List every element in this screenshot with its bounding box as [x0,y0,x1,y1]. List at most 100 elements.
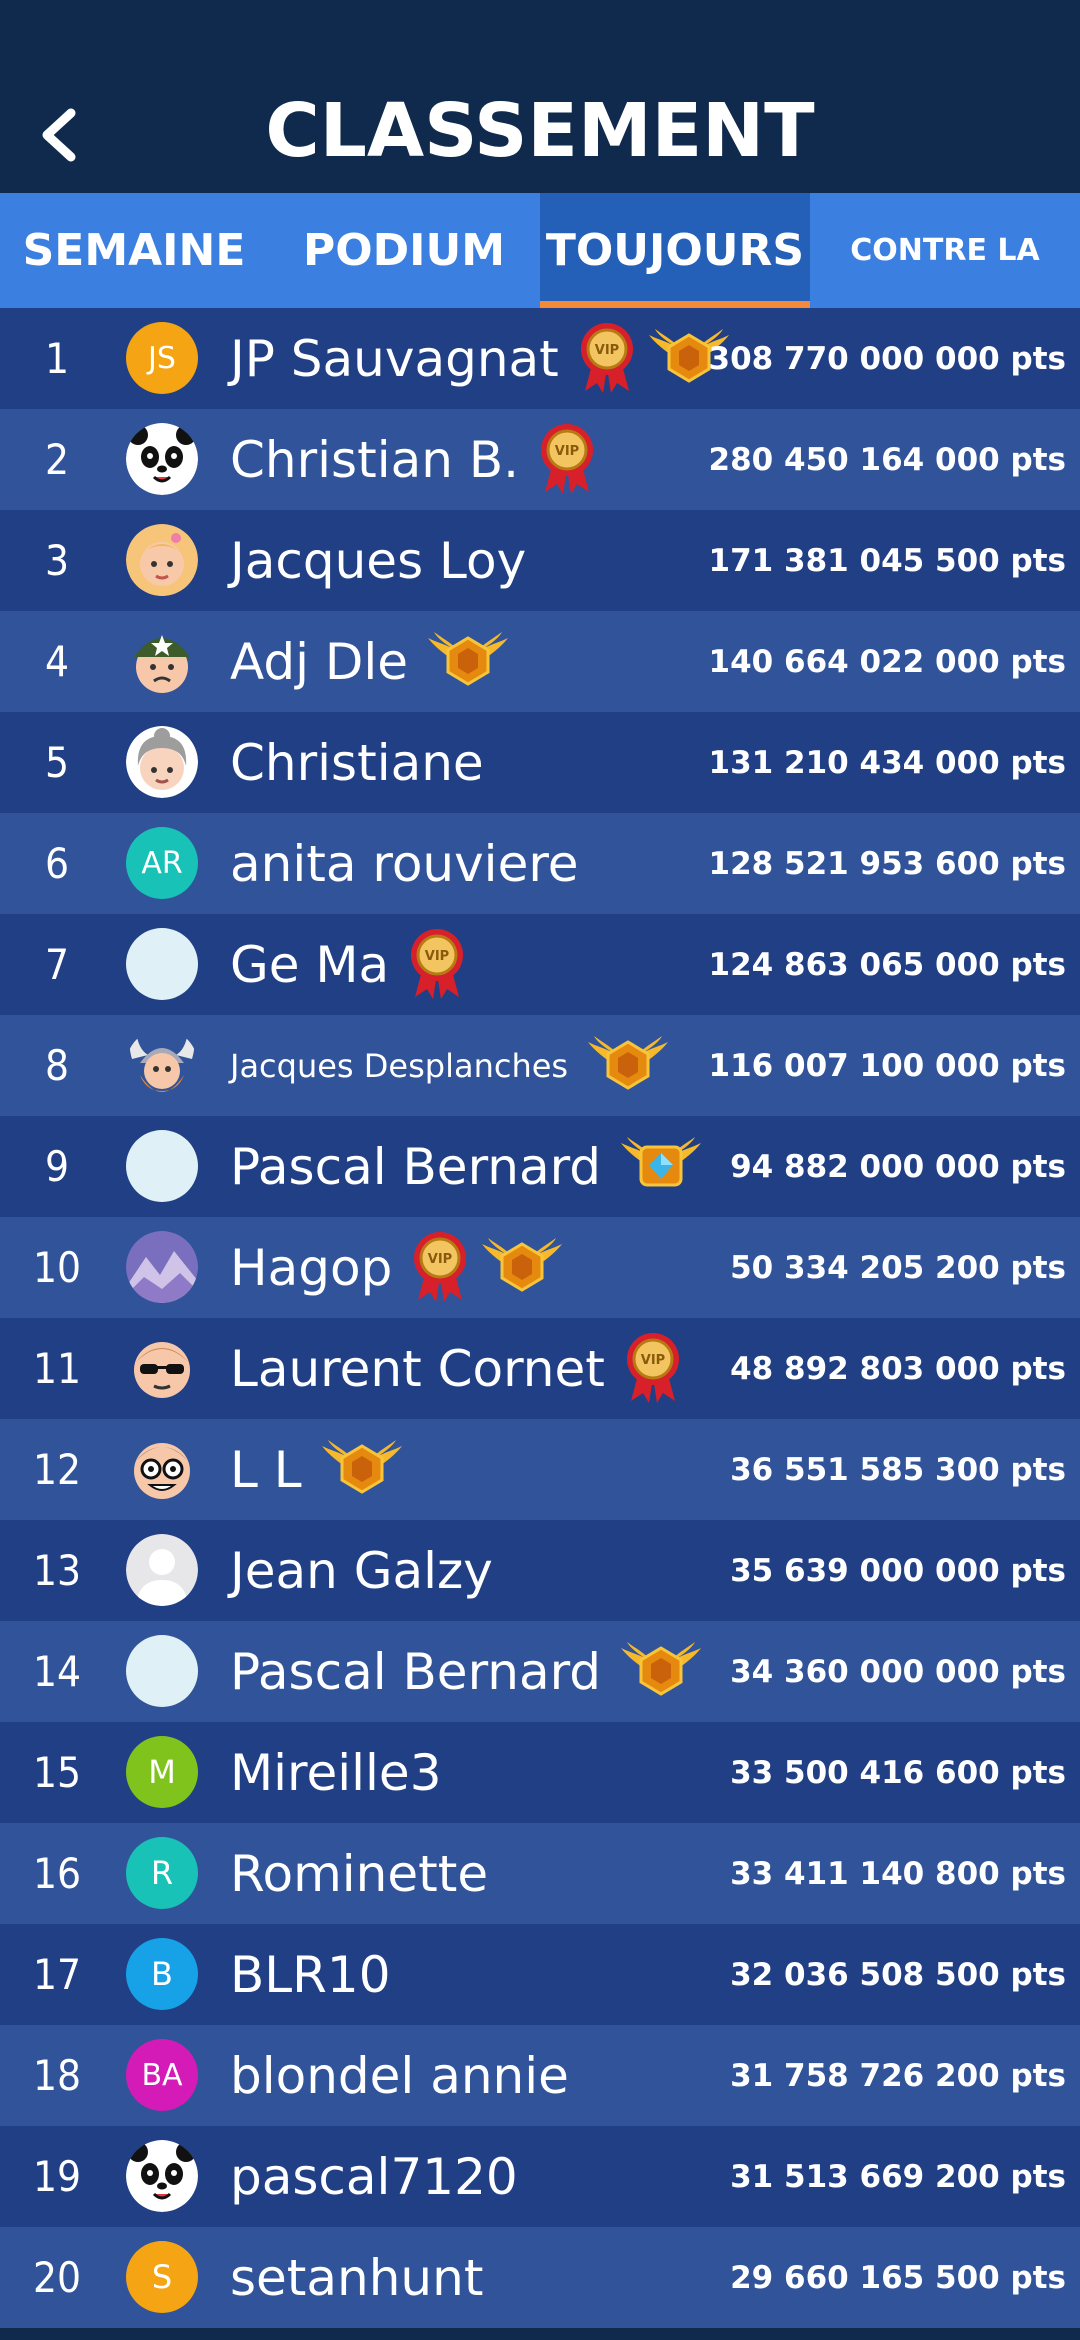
leaderboard-row[interactable]: 4 Adj Dle 140 664 022 000 pts [0,611,1080,712]
svg-text:VIP: VIP [425,949,449,964]
badge-group [619,1132,703,1202]
viking-avatar-icon [126,1029,198,1101]
tab-bar: SEMAINE PODIUM TOUJOURS CONTRE LA [0,193,1080,308]
avatar-initials: BA [126,2039,198,2111]
leaderboard-row[interactable]: 15 M Mireille3 33 500 416 600 pts [0,1722,1080,1823]
leaderboard-row[interactable]: 14 Pascal Bernard 34 360 000 000 pts [0,1621,1080,1722]
sunglasses-avatar-icon [126,1332,198,1404]
vip-ribbon-icon: VIP [577,321,637,397]
avatar-initials-text: AR [141,845,183,881]
leaderboard-row[interactable]: 11 Laurent Cornet VIP 48 892 803 000 pts [0,1318,1080,1419]
nerd-avatar-icon [126,1433,198,1505]
avatar-initials: R [126,1837,198,1909]
player-points: 171 381 045 500 pts [708,542,1066,579]
leaderboard-row[interactable]: 20 Ssetanhunt 29 660 165 500 pts [0,2227,1080,2328]
leaderboard-row[interactable]: 2 Christian B. VIP 280 450 164 000 pts [0,409,1080,510]
player-name: BLR10 [230,1945,391,2004]
vip-ribbon-icon: VIP [537,422,597,498]
tab-label: CONTRE LA [850,233,1040,268]
leaderboard-row[interactable]: 17 B BLR10 32 036 508 500 pts [0,1924,1080,2025]
player-points: 140 664 022 000 pts [708,643,1066,680]
active-tab-indicator [540,301,810,308]
avatar-initials: B [126,1938,198,2010]
rank-number: 19 [32,2152,82,2201]
leaderboard-row[interactable]: 1 JS JP Sauvagnat VIP 308 770 000 000 pts [0,308,1080,409]
badge-group: VIP [410,1232,564,1303]
vip-ribbon-icon: VIP [407,927,467,1003]
player-points: 32 036 508 500 pts [730,1956,1066,1993]
leaderboard-row[interactable]: 3 Jacques Loy 171 381 045 500 pts [0,510,1080,611]
player-points: 29 660 165 500 pts [730,2259,1066,2296]
rank-number: 8 [44,1041,70,1090]
top-bar: CLASSEMENT [0,0,1080,193]
player-points: 31 513 669 200 pts [730,2158,1066,2195]
tab-label: PODIUM [302,225,506,276]
rank-number: 11 [32,1344,82,1393]
rank-number: 16 [32,1849,82,1898]
vip-ribbon-icon: VIP [623,1331,683,1407]
player-name: JP Sauvagnat [230,329,559,388]
avatar-initials: AR [126,827,198,899]
leaderboard-row[interactable]: 10 Hagop VIP 50 334 205 200 pts [0,1217,1080,1318]
rank-number: 18 [32,2051,82,2100]
player-name: Christiane [230,733,484,792]
soldier-avatar-icon [126,625,198,697]
leaderboard-row[interactable]: 9 Pascal Bernard 94 882 000 000 pts [0,1116,1080,1217]
player-name: Ge Ma [230,935,390,994]
leaderboard-row[interactable]: 13 Jean Galzy 35 639 000 000 pts [0,1520,1080,1621]
leaderboard-row[interactable]: 12 L L 36 551 585 300 pts [0,1419,1080,1520]
svg-text:VIP: VIP [641,1353,665,1368]
leaderboard-row[interactable]: 18 BA blondel annie 31 758 726 200 pts [0,2025,1080,2126]
avatar-initials-text: M [148,1753,176,1791]
tab-contre-la[interactable]: CONTRE LA [810,193,1080,308]
player-name: Jean Galzy [230,1541,493,1600]
player-name: blondel annie [230,2046,569,2105]
tab-semaine[interactable]: SEMAINE [0,193,268,308]
avatar-initials-text: S [151,2258,173,2296]
leaderboard-row[interactable]: 16 R Rominette 33 411 140 800 pts [0,1823,1080,1924]
leaderboard-row[interactable]: 19 pascal7120 31 513 669 200 pts [0,2126,1080,2227]
player-points: 124 863 065 000 pts [708,946,1066,983]
gem-wings-icon [619,1137,703,1197]
blank-avatar-icon [126,928,198,1000]
player-points: 48 892 803 000 pts [730,1350,1066,1387]
gold-wings-icon [586,1036,670,1096]
blank-avatar-icon [126,1130,198,1202]
person-silhouette-icon [126,1534,198,1606]
player-name: setanhunt [230,2248,484,2307]
rank-number: 7 [44,940,70,989]
rank-number: 12 [32,1445,82,1494]
leaderboard-row[interactable]: 5 Christiane 131 210 434 000 pts [0,712,1080,813]
avatar-initials: S [126,2241,198,2313]
avatar-initials-text: BA [141,2057,183,2093]
leaderboard-row[interactable]: 8 Jacques Desplanches 116 007 100 000 pts [0,1015,1080,1116]
rank-number: 3 [44,536,70,585]
player-name: L L [230,1440,302,1499]
badge-group [320,1435,404,1505]
player-points: 50 334 205 200 pts [730,1249,1066,1286]
player-name: pascal7120 [230,2147,518,2206]
girl-avatar-icon [126,524,198,596]
badge-group [619,1637,703,1707]
player-name: Jacques Loy [230,531,527,590]
player-name: Hagop [230,1238,393,1297]
panda-avatar-icon [126,423,198,495]
badge-group: VIP [407,927,467,1003]
rank-number: 14 [32,1647,82,1696]
gold-wings-icon [619,1642,703,1702]
tab-toujours[interactable]: TOUJOURS [540,193,810,308]
player-points: 116 007 100 000 pts [708,1047,1066,1084]
rank-number: 15 [32,1748,82,1797]
avatar-initials-text: B [151,1955,173,1993]
svg-text:VIP: VIP [428,1252,452,1267]
tab-podium[interactable]: PODIUM [268,193,540,308]
rank-number: 6 [44,839,70,888]
badge-group [586,1031,670,1101]
leaderboard-row[interactable]: 7 Ge Ma VIP 124 863 065 000 pts [0,914,1080,1015]
rank-number: 1 [44,334,70,383]
avatar-initials: M [126,1736,198,1808]
rank-number: 13 [32,1546,82,1595]
leaderboard-row[interactable]: 6 AR anita rouviere 128 521 953 600 pts [0,813,1080,914]
player-name: Pascal Bernard [230,1642,601,1701]
player-name: anita rouviere [230,834,579,893]
